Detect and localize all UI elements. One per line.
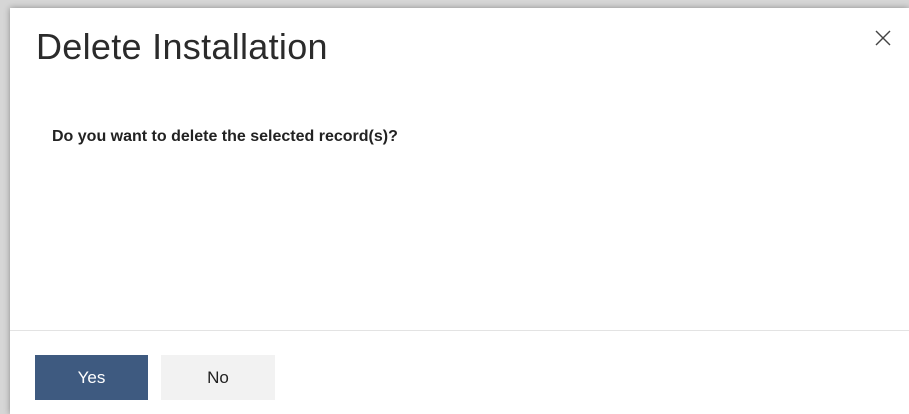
close-icon xyxy=(875,30,891,46)
footer-divider xyxy=(10,330,909,331)
dialog-message: Do you want to delete the selected recor… xyxy=(52,128,398,145)
close-button[interactable] xyxy=(871,26,895,50)
no-button[interactable]: No xyxy=(161,355,275,400)
delete-dialog: Delete Installation Do you want to delet… xyxy=(10,8,909,414)
yes-button[interactable]: Yes xyxy=(35,355,148,400)
dialog-title: Delete Installation xyxy=(36,26,328,67)
